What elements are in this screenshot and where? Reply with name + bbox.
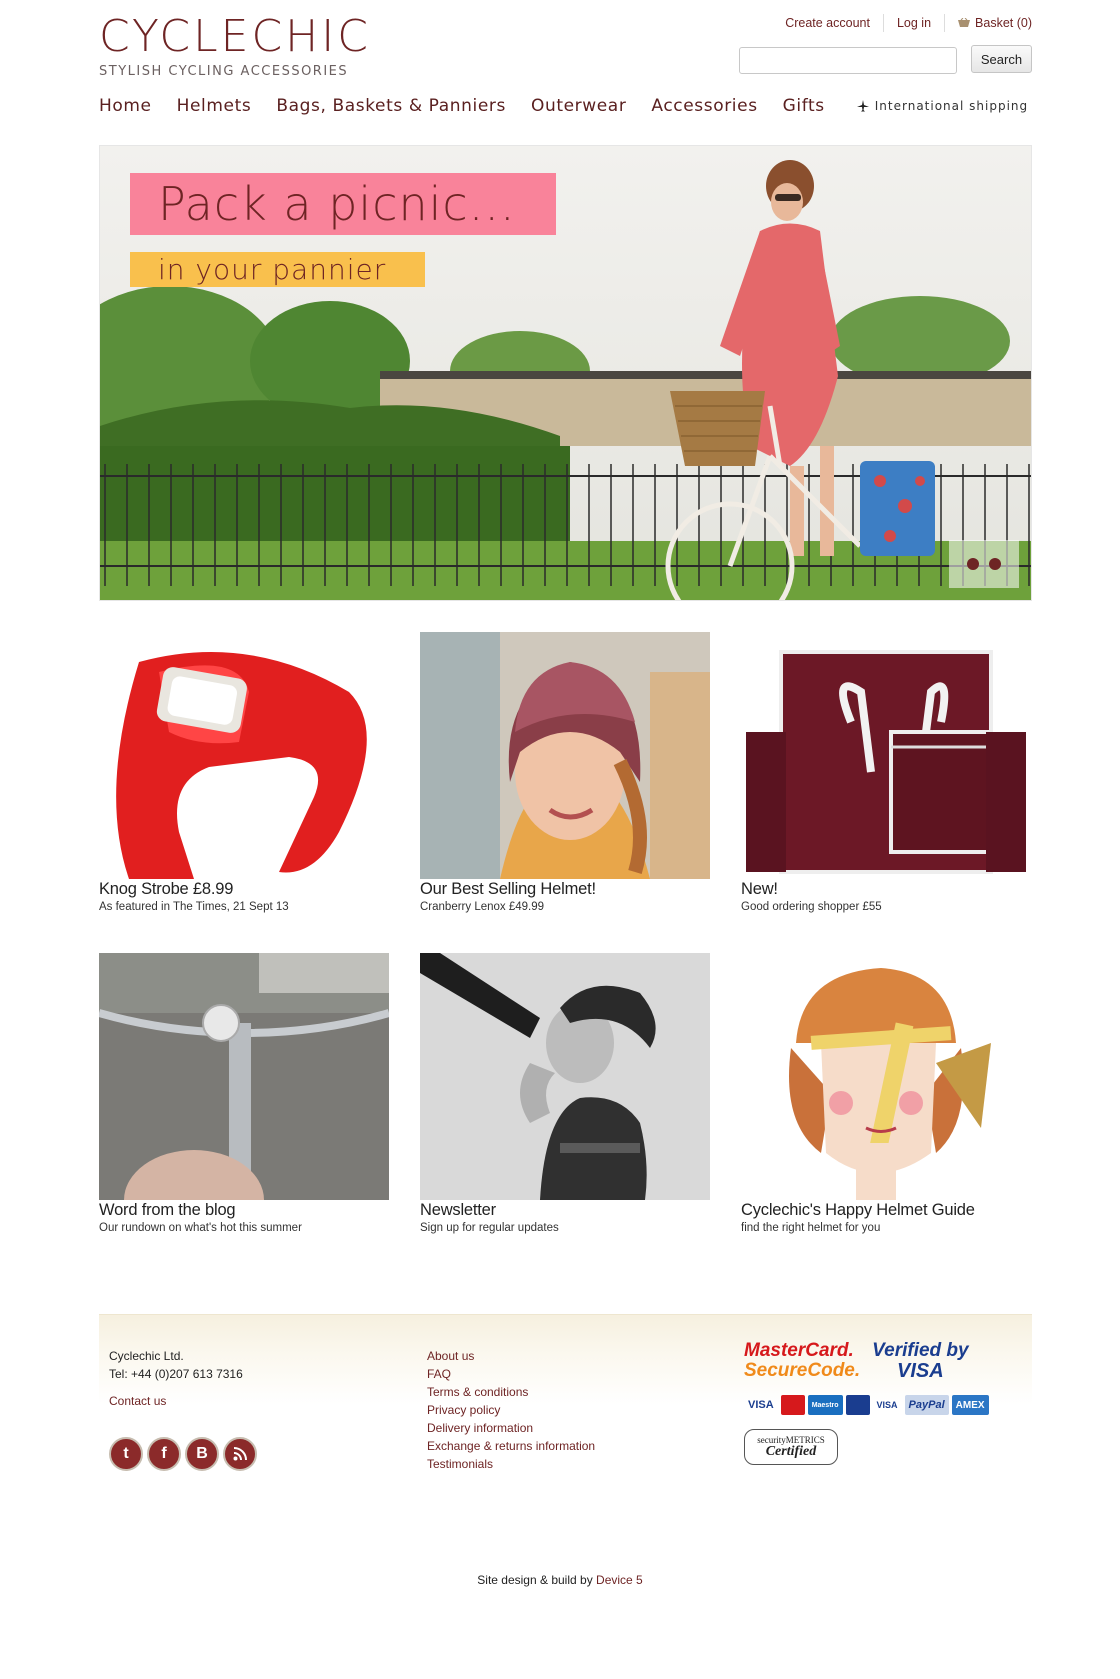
social-links: t f B bbox=[109, 1437, 257, 1471]
tile-image bbox=[741, 953, 1031, 1200]
company-phone: Tel: +44 (0)207 613 7316 bbox=[109, 1367, 243, 1381]
product-tile-knog[interactable]: Knog Strobe £8.99 As featured in The Tim… bbox=[99, 632, 389, 915]
mastercard-securecode-logo: MasterCard. SecureCode. bbox=[744, 1340, 861, 1381]
tile-title[interactable]: Our Best Selling Helmet! bbox=[420, 879, 710, 899]
nav-item-gifts[interactable]: Gifts bbox=[783, 96, 825, 116]
tile-subtitle: Our rundown on what's hot this summer bbox=[99, 1222, 302, 1234]
rss-icon[interactable] bbox=[223, 1437, 257, 1471]
company-name: Cyclechic Ltd. bbox=[109, 1349, 184, 1363]
nav-item-helmets[interactable]: Helmets bbox=[177, 96, 252, 116]
amex-icon: AMEX bbox=[951, 1395, 989, 1415]
securitymetrics-badge[interactable]: securityMETRICS Certified bbox=[744, 1429, 838, 1465]
brand-name: CYCLECHIC bbox=[99, 11, 371, 62]
tile-image bbox=[420, 632, 710, 879]
login-link[interactable]: Log in bbox=[882, 14, 944, 32]
plane-icon bbox=[856, 100, 869, 112]
hero-headline-box: Pack a picnic... bbox=[130, 173, 556, 235]
site-credit: Site design & build by Device 5 bbox=[0, 1573, 1120, 1587]
brand-tagline: STYLISH CYCLING ACCESSORIES bbox=[99, 64, 349, 79]
payment-badges: MasterCard. SecureCode. Verified by VISA… bbox=[744, 1341, 1004, 1465]
tile-title[interactable]: Newsletter bbox=[420, 1200, 710, 1220]
tile-image bbox=[99, 632, 389, 879]
credit-link[interactable]: Device 5 bbox=[596, 1573, 643, 1587]
product-tile-helmet[interactable]: Our Best Selling Helmet! Cranberry Lenox… bbox=[420, 632, 710, 915]
blog-tile[interactable]: Word from the blog Our rundown on what's… bbox=[99, 953, 389, 1236]
international-shipping-link[interactable]: International shipping bbox=[856, 99, 1029, 113]
nav-item-bags[interactable]: Bags, Baskets & Panniers bbox=[276, 96, 506, 116]
tile-image bbox=[741, 632, 1031, 879]
tile-title[interactable]: Word from the blog bbox=[99, 1200, 389, 1220]
hero-headline: Pack a picnic... bbox=[158, 177, 516, 231]
slider-dot[interactable] bbox=[989, 558, 1001, 570]
footer-link-delivery[interactable]: Delivery information bbox=[427, 1419, 595, 1437]
search-button[interactable]: Search bbox=[971, 45, 1032, 73]
footer-link-privacy[interactable]: Privacy policy bbox=[427, 1401, 595, 1419]
shopper-bag-image bbox=[741, 632, 1031, 879]
maestro-icon: Maestro bbox=[807, 1395, 843, 1415]
tile-title[interactable]: Knog Strobe £8.99 bbox=[99, 879, 389, 899]
nav-item-home[interactable]: Home bbox=[99, 96, 152, 116]
helmet-guide-illustration bbox=[741, 953, 1031, 1200]
search-input[interactable] bbox=[739, 47, 957, 74]
helmet-photo bbox=[420, 632, 710, 879]
hero-subline: in your pannier bbox=[158, 253, 387, 286]
tile-subtitle: find the right helmet for you bbox=[741, 1222, 881, 1234]
footer-links: About us FAQ Terms & conditions Privacy … bbox=[427, 1347, 595, 1473]
credit-text: Site design & build by bbox=[477, 1573, 597, 1587]
tile-title[interactable]: Cyclechic's Happy Helmet Guide bbox=[741, 1200, 1031, 1220]
tile-subtitle: As featured in The Times, 21 Sept 13 bbox=[99, 901, 289, 913]
tile-subtitle: Good ordering shopper £55 bbox=[741, 901, 882, 913]
basket-link[interactable]: Basket (0) bbox=[944, 14, 1032, 32]
product-tile-shopper[interactable]: New! Good ordering shopper £55 bbox=[741, 632, 1031, 915]
site-logo[interactable]: CYCLECHIC STYLISH CYCLING ACCESSORIES bbox=[99, 11, 371, 80]
mastercard-icon bbox=[780, 1395, 805, 1415]
tile-image bbox=[99, 953, 389, 1200]
main-nav: Home Helmets Bags, Baskets & Panniers Ou… bbox=[99, 96, 1053, 116]
megaphone-photo bbox=[420, 953, 710, 1200]
nav-item-accessories[interactable]: Accessories bbox=[651, 96, 757, 116]
bike-light-image bbox=[99, 632, 389, 879]
international-shipping-label: International shipping bbox=[874, 99, 1029, 113]
paypal-icon: PayPal bbox=[904, 1395, 949, 1415]
tile-subtitle: Sign up for regular updates bbox=[420, 1222, 559, 1234]
helmet-guide-tile[interactable]: Cyclechic's Happy Helmet Guide find the … bbox=[741, 953, 1031, 1236]
twitter-icon[interactable]: t bbox=[109, 1437, 143, 1471]
nav-item-outerwear[interactable]: Outerwear bbox=[531, 96, 626, 116]
basket-icon bbox=[958, 18, 971, 27]
slider-dot[interactable] bbox=[967, 558, 979, 570]
facebook-icon[interactable]: f bbox=[147, 1437, 181, 1471]
visa-debit-icon bbox=[845, 1395, 870, 1415]
hero-subline-box: in your pannier bbox=[130, 252, 425, 287]
footer-link-exchange[interactable]: Exchange & returns information bbox=[427, 1437, 595, 1455]
footer-link-terms[interactable]: Terms & conditions bbox=[427, 1383, 595, 1401]
hero-banner[interactable]: Pack a picnic... in your pannier bbox=[99, 145, 1032, 601]
contact-us-link[interactable]: Contact us bbox=[109, 1392, 243, 1410]
visa-electron-icon: VISA bbox=[876, 1400, 898, 1410]
tile-image bbox=[420, 953, 710, 1200]
verified-by-visa-logo: Verified by VISA bbox=[872, 1340, 969, 1382]
footer-company-info: Cyclechic Ltd. Tel: +44 (0)207 613 7316 … bbox=[109, 1347, 243, 1410]
footer-link-about[interactable]: About us bbox=[427, 1347, 595, 1365]
visa-card-icon: VISA bbox=[748, 1399, 774, 1411]
card-logos: VISA Maestro VISA PayPal AMEX bbox=[744, 1395, 1004, 1415]
newsletter-tile[interactable]: Newsletter Sign up for regular updates bbox=[420, 953, 710, 1236]
footer-link-faq[interactable]: FAQ bbox=[427, 1365, 595, 1383]
blogger-icon[interactable]: B bbox=[185, 1437, 219, 1471]
tile-subtitle: Cranberry Lenox £49.99 bbox=[420, 901, 545, 913]
slider-dots bbox=[949, 540, 1019, 588]
footer-link-testimonials[interactable]: Testimonials bbox=[427, 1455, 595, 1473]
tile-title[interactable]: New! bbox=[741, 879, 1031, 899]
account-links: Create account Log in Basket (0) bbox=[772, 14, 1032, 32]
site-footer: Cyclechic Ltd. Tel: +44 (0)207 613 7316 … bbox=[99, 1314, 1032, 1554]
handlebar-photo bbox=[99, 953, 389, 1200]
basket-label: Basket (0) bbox=[975, 16, 1032, 30]
create-account-link[interactable]: Create account bbox=[772, 14, 883, 32]
